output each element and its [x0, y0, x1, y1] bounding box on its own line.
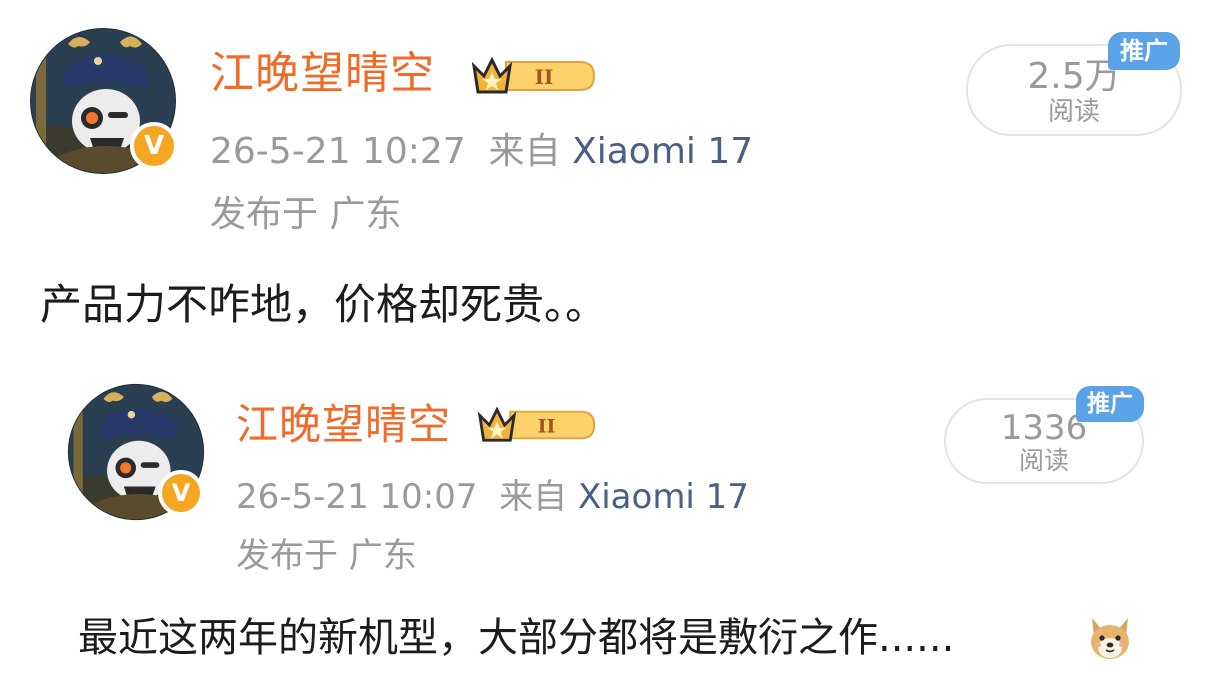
location: 发布于 广东: [236, 536, 417, 576]
device-link[interactable]: Xiaomi 17: [572, 131, 753, 172]
avatar[interactable]: V: [66, 382, 206, 522]
post-meta: 26-5-21 10:07 来自 Xiaomi 17: [236, 474, 749, 520]
verified-badge-icon: V: [158, 470, 204, 516]
verified-badge-icon: V: [130, 122, 178, 170]
source-prefix: 来自: [488, 131, 561, 172]
location: 发布于 广东: [210, 194, 402, 235]
source-prefix: 来自: [499, 477, 568, 517]
username[interactable]: 江晚望晴空: [210, 44, 435, 104]
promo-tag[interactable]: 推广: [1108, 32, 1180, 70]
post-content: 产品力不咋地，价格却死贵。。: [40, 280, 608, 329]
level-label: II: [538, 416, 556, 438]
device-link[interactable]: Xiaomi 17: [578, 477, 749, 517]
post-meta: 26-5-21 10:27 来自 Xiaomi 17: [210, 128, 753, 176]
crown-level-badge-icon[interactable]: II: [470, 52, 598, 100]
promo-tag[interactable]: 推广: [1076, 386, 1144, 422]
timestamp: 26-5-21 10:07: [236, 477, 478, 517]
level-label: II: [535, 65, 554, 89]
dog-face-icon: [1091, 618, 1129, 659]
avatar[interactable]: V: [28, 26, 178, 176]
post-1: V 江晚望晴空 II 26-5-21 10:27 来自 Xiaomi 17 发布…: [0, 0, 1220, 340]
crown-level-badge-icon[interactable]: II: [476, 402, 598, 448]
read-label: 阅读: [1018, 446, 1069, 475]
post-2: V 江晚望晴空 II 26-5-21 10:07 来自 Xiaomi 17 发布…: [0, 360, 1220, 700]
username[interactable]: 江晚望晴空: [236, 396, 451, 454]
timestamp: 26-5-21 10:27: [210, 131, 466, 172]
read-label: 阅读: [1047, 97, 1100, 127]
post-content: 最近这两年的新机型，大部分都将是敷衍之作......: [78, 615, 955, 661]
